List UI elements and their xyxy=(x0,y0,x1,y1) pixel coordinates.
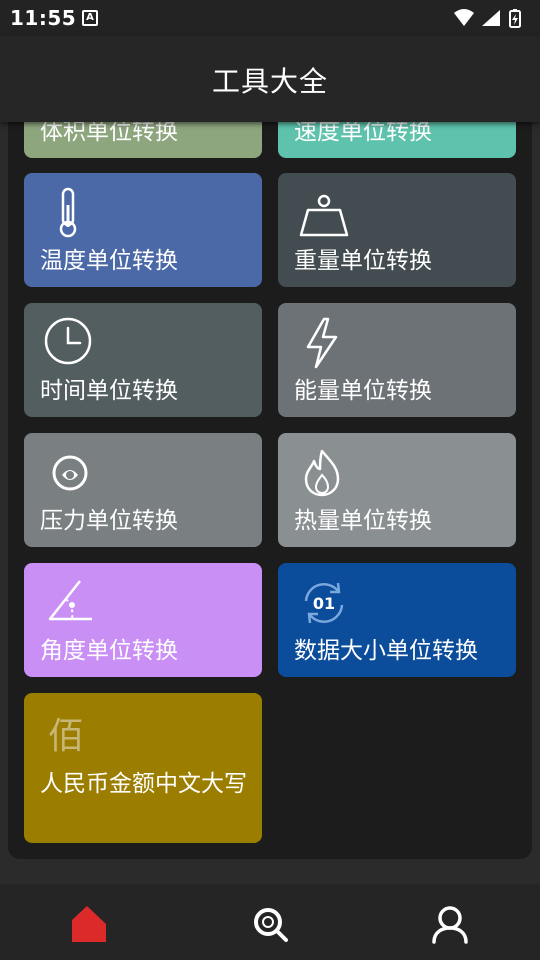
user-icon xyxy=(432,906,468,944)
tool-label: 压力单位转换 xyxy=(40,508,178,534)
tool-label: 时间单位转换 xyxy=(40,378,178,404)
tool-label: 速度单位转换 xyxy=(294,122,432,145)
tool-label: 能量单位转换 xyxy=(294,378,432,404)
clock-icon xyxy=(44,317,92,365)
status-bar: 11:55 A xyxy=(0,0,540,36)
signal-icon xyxy=(482,10,500,26)
nav-profile[interactable] xyxy=(428,902,472,946)
search-icon xyxy=(254,908,288,942)
weight-icon xyxy=(299,194,349,237)
bai-character-icon: 佰 xyxy=(48,716,85,757)
pressure-gauge-icon xyxy=(52,455,88,491)
battery-icon xyxy=(509,9,521,28)
tool-card-volume[interactable]: 体积单位转换 xyxy=(24,122,262,158)
lightning-icon xyxy=(306,317,338,369)
tool-card-temperature[interactable]: 温度单位转换 xyxy=(24,173,262,287)
tool-card-rmb[interactable]: 佰 人民币金额中文大写 xyxy=(24,693,262,843)
tool-card-angle[interactable]: 角度单位转换 xyxy=(24,563,262,677)
notification-a-icon: A xyxy=(82,10,98,26)
tool-card-time[interactable]: 时间单位转换 xyxy=(24,303,262,417)
status-time: 11:55 xyxy=(10,6,77,30)
angle-icon xyxy=(48,580,92,621)
tool-label: 温度单位转换 xyxy=(40,248,178,274)
thermometer-icon xyxy=(59,187,77,238)
tool-label: 数据大小单位转换 xyxy=(294,638,478,664)
tool-label: 人民币金额中文大写 xyxy=(40,771,247,797)
tool-card-energy[interactable]: 能量单位转换 xyxy=(278,303,516,417)
bottom-nav xyxy=(0,884,540,960)
tool-card-pressure[interactable]: 压力单位转换 xyxy=(24,433,262,547)
tool-card-heat[interactable]: 热量单位转换 xyxy=(278,433,516,547)
nav-search[interactable] xyxy=(248,902,292,946)
data-cycle-icon: 01 xyxy=(304,582,344,624)
data-cycle-text: 01 xyxy=(313,594,335,613)
app-bar: 工具大全 xyxy=(0,36,540,122)
status-icons xyxy=(454,9,521,28)
wifi-icon xyxy=(454,9,474,26)
nav-home[interactable] xyxy=(68,902,112,946)
tool-card-weight[interactable]: 重量单位转换 xyxy=(278,173,516,287)
tool-card-speed[interactable]: 速度单位转换 xyxy=(278,122,516,158)
page-title: 工具大全 xyxy=(211,65,328,98)
home-icon xyxy=(72,906,106,942)
tool-card-data-size[interactable]: 01 数据大小单位转换 xyxy=(278,563,516,677)
tool-label: 角度单位转换 xyxy=(40,638,178,664)
flame-icon xyxy=(304,449,340,497)
tool-label: 重量单位转换 xyxy=(294,248,432,274)
tool-grid[interactable]: 体积单位转换 速度单位转换 温度单位转换 重量单位转换 时间单位转换 能量单位转… xyxy=(8,122,532,859)
tool-label: 体积单位转换 xyxy=(40,122,178,145)
tool-label: 热量单位转换 xyxy=(294,508,432,534)
